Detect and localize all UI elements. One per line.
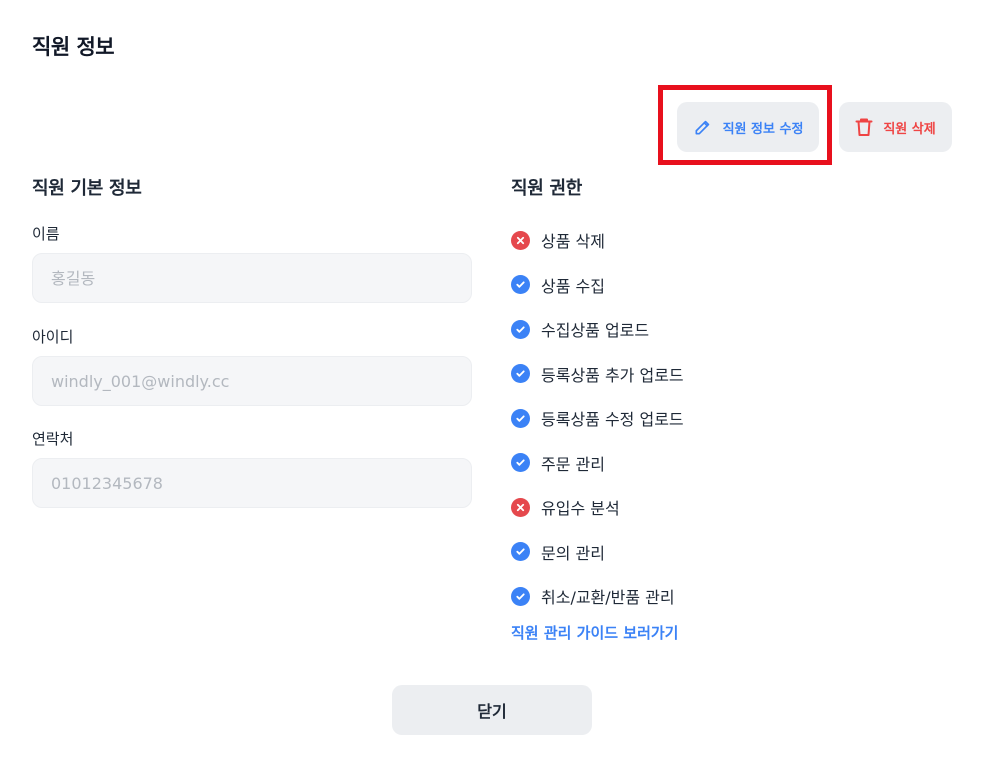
pencil-icon [693,117,713,137]
check-circle-icon [511,319,530,339]
permission-item: 취소/교환/반품 관리 [511,574,684,619]
permission-label: 수집상품 업로드 [541,321,650,341]
permissions-title: 직원 권한 [511,178,583,199]
trash-icon [855,117,873,137]
check-circle-icon [511,453,530,473]
x-circle-icon [511,497,530,517]
permission-label: 등록상품 수정 업로드 [541,410,684,430]
name-field[interactable] [32,253,472,303]
delete-employee-label: 직원 삭제 [883,121,936,137]
employee-info-modal: 직원 정보 직원 정보 수정 직원 삭제 직원 기본 정보 이름 아이디 연락처… [0,0,982,766]
check-circle-icon [511,275,530,295]
permissions-list: 상품 삭제상품 수집수집상품 업로드등록상품 추가 업로드등록상품 수정 업로드… [511,218,684,619]
phone-label: 연락처 [32,430,74,448]
permission-item: 문의 관리 [511,530,684,575]
permission-label: 주문 관리 [541,454,605,474]
permission-item: 등록상품 추가 업로드 [511,352,684,397]
permission-item: 수집상품 업로드 [511,307,684,352]
permission-label: 유입수 분석 [541,499,620,519]
permission-item: 상품 수집 [511,263,684,308]
basic-info-title: 직원 기본 정보 [32,178,142,199]
check-circle-icon [511,364,530,384]
check-circle-icon [511,586,530,606]
permission-item: 유입수 분석 [511,485,684,530]
close-button[interactable]: 닫기 [392,685,592,735]
edit-employee-button[interactable]: 직원 정보 수정 [677,102,819,152]
phone-field[interactable] [32,458,472,508]
page-title: 직원 정보 [32,35,115,59]
permission-item: 주문 관리 [511,441,684,486]
check-circle-icon [511,542,530,562]
edit-employee-label: 직원 정보 수정 [722,121,804,137]
permission-label: 취소/교환/반품 관리 [541,588,675,608]
permission-item: 등록상품 수정 업로드 [511,396,684,441]
permission-label: 상품 수집 [541,276,605,296]
id-label: 아이디 [32,328,74,346]
permission-item: 상품 삭제 [511,218,684,263]
x-circle-icon [511,230,530,250]
check-circle-icon [511,408,530,428]
id-field[interactable] [32,356,472,406]
employee-guide-link[interactable]: 직원 관리 가이드 보러가기 [511,622,678,643]
permission-label: 상품 삭제 [541,232,605,252]
permission-label: 등록상품 추가 업로드 [541,365,684,385]
delete-employee-button[interactable]: 직원 삭제 [839,102,952,152]
permission-label: 문의 관리 [541,543,605,563]
name-label: 이름 [32,225,60,243]
